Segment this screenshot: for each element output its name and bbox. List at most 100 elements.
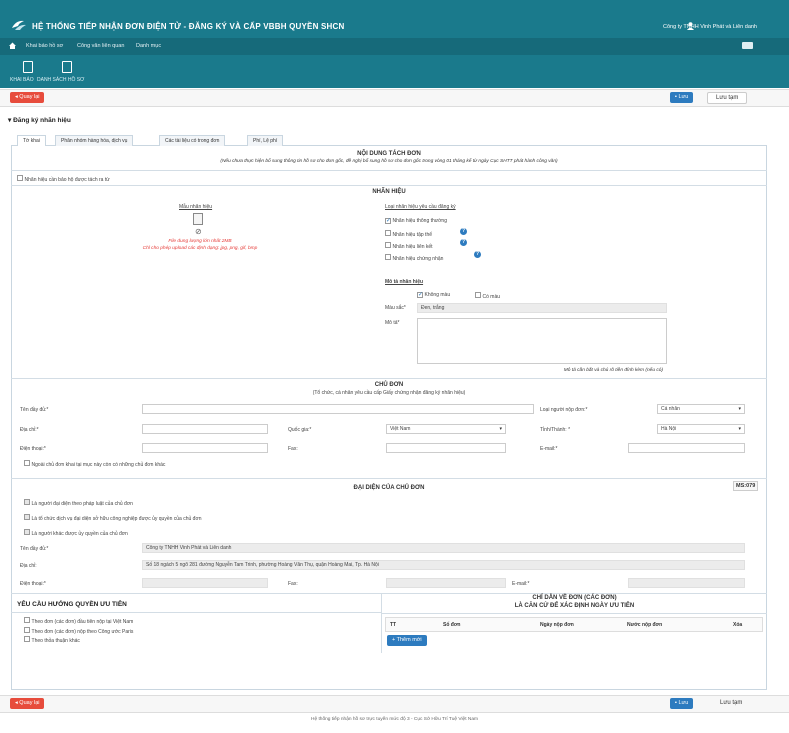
applicant-type-select[interactable]: Cá nhân ▾ — [657, 404, 745, 414]
help-icon[interactable]: ? — [460, 228, 467, 235]
save-button-bottom[interactable]: ▪ Lưu — [670, 698, 694, 709]
app-title: HỆ THỐNG TIẾP NHẬN ĐƠN ĐIỆN TỬ - ĐĂNG KÝ… — [32, 22, 345, 31]
sub-nav — [0, 55, 789, 88]
split-checkbox-row[interactable]: Nhãn hiệu cần bảo hộ được tách ra từ — [17, 175, 110, 183]
save-button[interactable]: ▪ Lưu — [670, 92, 694, 103]
divider — [11, 378, 767, 379]
rep-fax-input[interactable] — [386, 578, 506, 588]
list-icon[interactable] — [62, 61, 72, 73]
menu-item-khai-bao[interactable]: Khai báo hồ sơ — [26, 43, 63, 49]
declare-icon[interactable] — [23, 61, 33, 73]
footer-text: Hệ thống tiếp nhận hồ sơ trực tuyến mức … — [310, 717, 478, 722]
applicant-phone-input[interactable] — [142, 443, 268, 453]
rep-option-row[interactable]: Là người khác được ủy quyền của chủ đơn — [24, 529, 128, 537]
mark-type-row[interactable]: Nhãn hiệu chứng nhận — [385, 254, 443, 262]
mark-type-row[interactable]: Nhãn hiệu tập thể — [385, 230, 432, 238]
tab-to-khai[interactable]: Tờ khai — [17, 135, 46, 146]
mark-type-label-linked: Nhãn hiệu liên kết — [392, 244, 433, 250]
applicant-name-input[interactable] — [142, 404, 534, 414]
image-placeholder-icon — [193, 213, 203, 225]
priority-option-checkbox[interactable] — [24, 617, 30, 623]
priority-option-label-2: Theo đơn (các đơn) nộp theo Công ước Par… — [31, 629, 134, 635]
rep-address-input[interactable]: Số 18 ngách 5 ngõ 281 đường Nguyễn Tam T… — [142, 560, 745, 570]
mark-desc-title: Mô tả nhãn hiệu — [385, 279, 424, 285]
applicant-email-input[interactable] — [628, 443, 745, 453]
priority-option-label-1: Theo đơn (các đơn) đầu tiên nộp tại Việt… — [31, 619, 134, 625]
back-button-bottom-label: Quay lại — [19, 700, 40, 706]
back-button[interactable]: ◂ Quay lại — [10, 92, 45, 103]
priority-option-checkbox[interactable] — [24, 636, 30, 642]
other-applicant-row[interactable]: Ngoài chủ đơn khai tại mục này còn có nh… — [24, 460, 165, 468]
menu-item-cong-van[interactable]: Công văn liên quan — [77, 43, 124, 49]
desc-textarea[interactable] — [417, 318, 667, 364]
home-icon[interactable] — [8, 41, 17, 50]
subnav-declare[interactable]: KHAI BÁO — [10, 77, 34, 83]
rep-name-label: Tên đầy đủ:* — [20, 546, 49, 552]
color-none-row[interactable]: Không màu — [417, 292, 450, 298]
color-label: Màu sắc* — [385, 305, 406, 311]
top-header — [0, 0, 789, 38]
rep-option-label-1: Là người đại diện theo pháp luật của chủ… — [31, 501, 133, 507]
priority-option-checkbox[interactable] — [24, 627, 30, 633]
rep-name-input[interactable]: Công ty TNHH Vinh Phát và Liên danh — [142, 543, 745, 553]
mark-type-label: Loại nhãn hiệu yêu cầu đăng ký — [385, 204, 456, 210]
color-has-row[interactable]: Có màu — [475, 292, 500, 300]
color-none-checkbox[interactable] — [417, 292, 423, 298]
rep-email-label: E-mail:* — [512, 581, 530, 587]
menu-item-danh-muc[interactable]: Danh mục — [136, 43, 161, 49]
priority-option-row[interactable]: Theo đơn (các đơn) nộp theo Công ước Par… — [24, 627, 133, 635]
column-divider — [381, 593, 382, 653]
draft-button-bottom[interactable]: Lưu tạm — [712, 698, 750, 710]
rep-option-checkbox[interactable] — [24, 514, 30, 520]
back-button-bottom[interactable]: ◂ Quay lại — [10, 698, 45, 709]
user-name[interactable]: Công ty TNHH Vinh Phát và Liên danh — [663, 24, 757, 30]
tab-phi-le-phi[interactable]: Phí, Lệ phí — [247, 135, 284, 146]
help-icon[interactable]: ? — [474, 251, 481, 258]
color-has-checkbox[interactable] — [475, 292, 481, 298]
applicant-province-select[interactable]: Hà Nội ▾ — [657, 424, 745, 434]
section-title-text: Đăng ký nhãn hiệu — [13, 117, 71, 124]
priority-option-row[interactable]: Theo thỏa thuận khác — [24, 636, 80, 644]
tab-phan-nhom[interactable]: Phân nhóm hàng hóa, dịch vụ — [55, 135, 134, 146]
add-new-button[interactable]: + Thêm mới — [387, 635, 427, 646]
mark-type-checkbox[interactable] — [385, 230, 391, 236]
applicant-subtitle: (Tổ chức, cá nhân yêu cầu cấp Giấy chứng… — [312, 390, 466, 396]
mark-type-label-collective: Nhãn hiệu tập thể — [392, 232, 433, 238]
other-applicant-checkbox[interactable] — [24, 460, 30, 466]
rep-phone-input[interactable] — [142, 578, 268, 588]
rep-email-input[interactable] — [628, 578, 745, 588]
draft-button[interactable]: Lưu tạm — [707, 92, 748, 104]
help-icon[interactable]: ? — [460, 239, 467, 246]
caret-down-icon: ▾ — [738, 426, 741, 432]
rep-option-checkbox[interactable] — [24, 499, 30, 505]
upload-format-note: Chỉ cho phép upload các định dạng: jpg, … — [142, 246, 258, 251]
tab-tai-lieu[interactable]: Các tài liệu có trong đơn — [159, 135, 226, 146]
desc-note: Mô tả cần bắt và chú rõ tiền đính kèm (n… — [563, 368, 663, 373]
mark-type-checkbox[interactable] — [385, 242, 391, 248]
mark-sample-label: Mẫu nhãn hiệu — [179, 204, 213, 210]
attach-icon[interactable]: ⊘ — [195, 227, 202, 236]
applicant-type-value: Cá nhân — [661, 406, 680, 412]
applicant-address-input[interactable] — [142, 424, 268, 434]
mark-type-row[interactable]: Nhãn hiệu liên kết — [385, 242, 433, 250]
mark-type-checkbox[interactable] — [385, 218, 391, 224]
reference-table-header — [385, 617, 763, 632]
applicant-country-select[interactable]: Việt Nam ▾ — [386, 424, 506, 434]
color-input[interactable]: Đen, trắng — [417, 303, 667, 313]
keyboard-icon[interactable] — [742, 42, 753, 49]
mark-type-row[interactable]: Nhãn hiệu thông thường — [385, 218, 447, 224]
mark-type-checkbox[interactable] — [385, 254, 391, 260]
rep-option-label-3: Là người khác được ủy quyền của chủ đơn — [31, 531, 128, 537]
rep-option-row[interactable]: Là người đại diện theo pháp luật của chủ… — [24, 499, 133, 507]
subnav-list[interactable]: DANH SÁCH HỒ SƠ — [37, 77, 84, 83]
priority-option-row[interactable]: Theo đơn (các đơn) đầu tiên nộp tại Việt… — [24, 617, 133, 625]
rep-option-checkbox[interactable] — [24, 529, 30, 535]
logo-icon — [12, 20, 26, 30]
rep-address-label: Địa chỉ: — [20, 563, 37, 569]
split-checkbox[interactable] — [17, 175, 23, 181]
rep-option-row[interactable]: Là tổ chức dịch vụ đại diện sở hữu công … — [24, 514, 202, 522]
mark-title: NHÃN HIỆU — [372, 189, 406, 195]
applicant-fax-input[interactable] — [386, 443, 506, 453]
save-button-bottom-label: Lưu — [678, 700, 689, 706]
back-button-label: Quay lại — [19, 94, 40, 100]
